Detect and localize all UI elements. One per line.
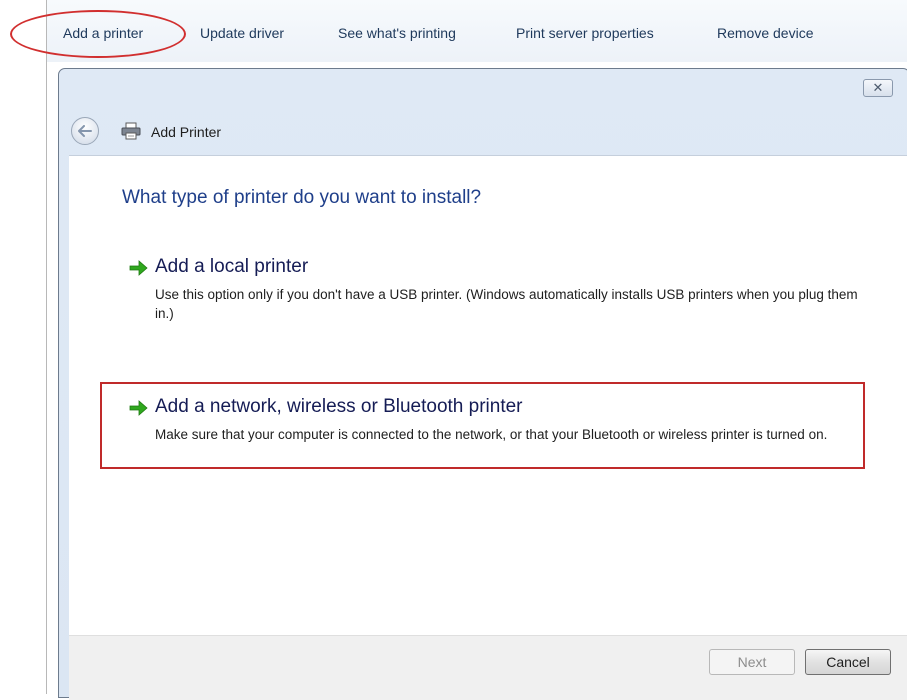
green-arrow-icon xyxy=(129,400,148,416)
page-heading: What type of printer do you want to inst… xyxy=(122,187,482,208)
add-printer-dialog: ✕ Add Printer What type of printer do yo… xyxy=(58,68,907,700)
dialog-footer: Next Cancel xyxy=(69,635,907,700)
remove-device-command[interactable]: Remove device xyxy=(717,25,814,41)
close-button[interactable]: ✕ xyxy=(863,79,893,97)
explorer-window-edge xyxy=(46,0,47,694)
dialog-content: What type of printer do you want to inst… xyxy=(69,155,907,636)
green-arrow-icon xyxy=(129,260,148,276)
update-driver-command[interactable]: Update driver xyxy=(200,25,284,41)
next-button[interactable]: Next xyxy=(709,649,795,675)
see-whats-printing-command[interactable]: See what's printing xyxy=(338,25,456,41)
add-printer-command[interactable]: Add a printer xyxy=(63,25,143,41)
cancel-button[interactable]: Cancel xyxy=(805,649,891,675)
explorer-command-bar: Add a printer Update driver See what's p… xyxy=(47,0,907,62)
option-description: Use this option only if you don't have a… xyxy=(155,287,858,321)
dialog-nav-bar: Add Printer xyxy=(69,113,669,145)
dialog-title: Add Printer xyxy=(151,124,222,140)
add-local-printer-option[interactable]: Add a local printer Use this option only… xyxy=(129,256,859,326)
back-arrow-icon xyxy=(78,125,92,137)
option-description: Make sure that your computer is connecte… xyxy=(155,427,828,442)
add-network-printer-option[interactable]: Add a network, wireless or Bluetooth pri… xyxy=(129,396,859,466)
print-server-properties-command[interactable]: Print server properties xyxy=(516,25,654,41)
option-title: Add a local printer xyxy=(155,256,309,277)
option-title: Add a network, wireless or Bluetooth pri… xyxy=(155,396,523,417)
back-button[interactable] xyxy=(71,117,99,145)
printer-icon xyxy=(121,122,141,140)
